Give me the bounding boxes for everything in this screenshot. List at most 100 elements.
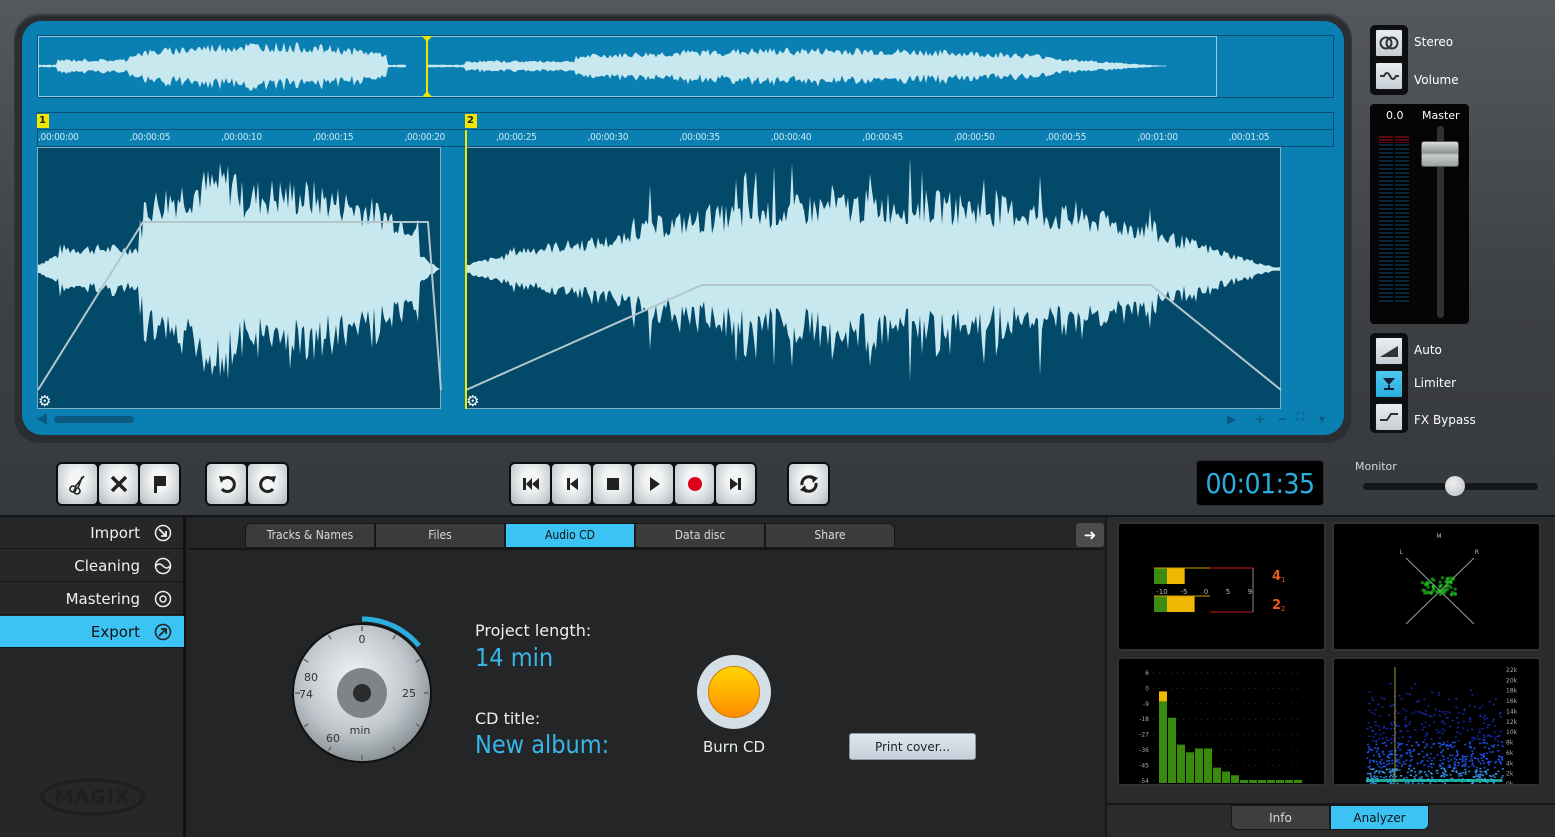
level-meter-panel[interactable]: -10 -5 0 5 9 4 1 2 2 <box>1117 522 1326 651</box>
dial-label-80: 80 <box>304 671 318 684</box>
monitor-slider-handle[interactable] <box>1444 476 1465 496</box>
dial-center <box>353 684 371 702</box>
cut-button[interactable] <box>58 464 97 504</box>
print-cover-button[interactable]: Print cover... <box>849 733 976 760</box>
spectrogram-cell <box>1462 713 1465 715</box>
spectrogram-cell <box>1455 755 1458 757</box>
spectrogram-cell <box>1471 736 1474 739</box>
frequency-bands-panel[interactable]: 6 0 -9 -18 -27 -36 -45 -54 <box>1117 657 1326 786</box>
spectrogram-panel[interactable]: 22k 20k 18k 16k 14k 12k 10k 8k 6k 4k 2k 0k <box>1332 657 1541 786</box>
play-from-view-icon[interactable]: ▶ <box>1227 412 1236 426</box>
audio-clip-2[interactable] <box>465 147 1282 409</box>
spectrogram-cell <box>1476 766 1479 769</box>
spectrogram-cell <box>1368 735 1371 738</box>
zoom-out-icon[interactable]: − <box>1277 412 1287 426</box>
go-to-start-button[interactable] <box>511 464 550 504</box>
gear-icon[interactable]: ⚙ <box>466 394 479 409</box>
tab-info[interactable]: Info <box>1231 805 1330 830</box>
spectrogram-cell <box>1457 773 1460 775</box>
spectrogram-cell <box>1426 760 1429 762</box>
gear-icon[interactable]: ⚙ <box>38 394 51 409</box>
zoom-fit-icon[interactable]: ⛶ <box>1297 412 1304 423</box>
master-meter-right <box>1395 136 1409 304</box>
tab-audio-cd[interactable]: Audio CD <box>505 523 635 548</box>
tab-data-disc[interactable]: Data disc <box>635 523 765 548</box>
time-display: 00:01:35 <box>1196 460 1324 506</box>
spectrogram-cell <box>1414 711 1417 713</box>
loop-button[interactable] <box>789 464 828 504</box>
spectrogram-cell <box>1400 698 1403 700</box>
tab-files[interactable]: Files <box>375 523 505 548</box>
zoom-menu-icon[interactable]: ▾ <box>1319 412 1325 426</box>
spectrogram-cell <box>1380 696 1383 699</box>
time-ruler[interactable]: ,00:00:00 ,00:00:05 ,00:00:10 ,00:00:15 ,00:… <box>37 130 1334 147</box>
volume-button[interactable] <box>1374 61 1404 91</box>
spectrogram-cell <box>1430 738 1433 740</box>
undo-button[interactable] <box>207 464 246 504</box>
redo-button[interactable] <box>248 464 287 504</box>
spectrogram-cell <box>1464 773 1467 775</box>
tab-tracks-names[interactable]: Tracks & Names <box>245 523 375 548</box>
spectrogram-cell <box>1389 682 1392 685</box>
nav-item-mastering[interactable]: Mastering <box>0 583 184 615</box>
master-fader-handle[interactable] <box>1421 141 1459 167</box>
spectrogram-cell <box>1404 718 1407 721</box>
ruler-tick-label: ,00:00:50 <box>954 132 995 143</box>
nav-item-import[interactable]: Import <box>0 517 184 549</box>
audio-clip-1[interactable] <box>37 147 442 409</box>
spectrogram-cell <box>1372 759 1375 762</box>
correlation-panel[interactable]: M L R <box>1332 522 1541 651</box>
spectrogram-cell <box>1407 782 1410 784</box>
frequency-band-meter: 6 0 -9 -18 -27 -36 -45 -54 <box>1139 670 1302 784</box>
ruler-tick-label: ,00:00:00 <box>38 132 79 143</box>
track-marker-2[interactable]: 2 <box>465 114 477 128</box>
correlation-dot <box>1448 576 1452 580</box>
stereo-button[interactable] <box>1374 28 1404 58</box>
limiter-button[interactable] <box>1374 369 1404 399</box>
spectrogram-cell <box>1446 740 1449 743</box>
ruler-tick-label: ,00:01:05 <box>1228 132 1270 143</box>
nav-item-export[interactable]: Export <box>0 616 184 648</box>
horizontal-scrollbar[interactable] <box>54 416 134 423</box>
spectrogram-cell <box>1426 733 1429 736</box>
spectrogram-cell <box>1367 766 1370 769</box>
band-bar <box>1258 780 1266 783</box>
spectrogram-cell <box>1378 754 1381 757</box>
record-button[interactable] <box>675 464 714 504</box>
nav-item-cleaning[interactable]: Cleaning <box>0 550 184 582</box>
spectrogram-cell <box>1395 768 1398 770</box>
marker-bar[interactable] <box>37 112 1334 130</box>
burn-cd-button[interactable] <box>697 655 771 729</box>
ruler-tick-label: ,00:00:05 <box>129 132 171 143</box>
stop-button[interactable] <box>593 464 632 504</box>
fx-bypass-button[interactable] <box>1374 402 1404 432</box>
play-button[interactable] <box>634 464 673 504</box>
band-bar <box>1177 744 1185 783</box>
tab-analyzer[interactable]: Analyzer <box>1330 805 1429 830</box>
spectrogram-cell <box>1418 700 1421 702</box>
spectrogram-cell <box>1433 721 1436 724</box>
zoom-in-icon[interactable]: + <box>1255 412 1265 426</box>
spectrogram-cell <box>1422 741 1425 743</box>
scroll-left-arrow[interactable] <box>37 413 47 425</box>
overview-bar[interactable] <box>37 35 1334 98</box>
spectrogram-cell <box>1482 716 1485 719</box>
spectrogram-cell <box>1374 724 1377 726</box>
previous-marker-button[interactable] <box>552 464 591 504</box>
level-meter: -10 -5 0 5 9 4 1 2 2 <box>1154 567 1285 613</box>
skip-start-icon <box>522 478 539 490</box>
next-button[interactable]: ➜ <box>1076 523 1104 547</box>
spectrogram-cell <box>1459 732 1462 735</box>
track-marker-1[interactable]: 1 <box>37 114 49 128</box>
next-marker-button[interactable] <box>716 464 755 504</box>
spectrogram-cell <box>1371 781 1374 784</box>
spectrogram-cell <box>1500 762 1503 764</box>
tab-share[interactable]: Share <box>765 523 895 548</box>
delete-button[interactable] <box>99 464 138 504</box>
cd-title-input[interactable]: New album: <box>475 730 609 759</box>
spectrogram-cell <box>1375 750 1378 753</box>
marker-button[interactable] <box>140 464 179 504</box>
spectrogram-cell <box>1424 721 1427 724</box>
auto-button[interactable] <box>1374 336 1404 366</box>
spectrogram-cell <box>1459 772 1462 775</box>
